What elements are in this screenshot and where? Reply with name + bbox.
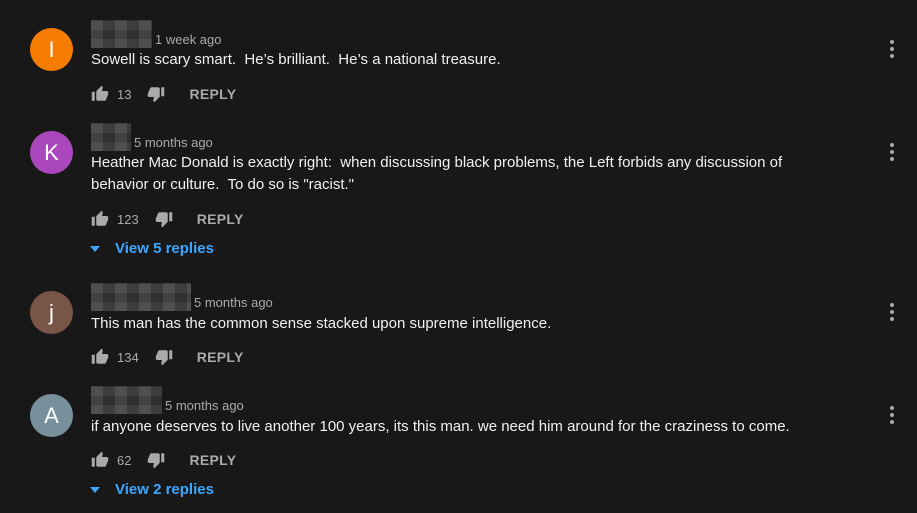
- like-count: 13: [117, 86, 132, 102]
- avatar[interactable]: j: [30, 291, 73, 334]
- avatar-letter: j: [49, 299, 54, 325]
- thumbs-down-icon[interactable]: [155, 348, 173, 366]
- avatar-letter: I: [48, 36, 55, 62]
- thumbs-down-icon[interactable]: [147, 85, 165, 103]
- view-replies-label: View 2 replies: [115, 481, 214, 498]
- comment-header: 5 months ago: [91, 121, 213, 151]
- comment-header: 1 week ago: [91, 18, 222, 48]
- comment-timestamp[interactable]: 1 week ago: [155, 32, 222, 48]
- thumbs-up-icon[interactable]: [91, 451, 109, 469]
- comment-actions: 123 REPLY: [91, 209, 244, 229]
- vertical-ellipsis-icon[interactable]: [884, 403, 900, 427]
- author-name-redacted[interactable]: [91, 20, 152, 48]
- caret-down-icon: [90, 485, 100, 495]
- reply-button[interactable]: REPLY: [189, 86, 236, 102]
- thumbs-down-icon[interactable]: [155, 210, 173, 228]
- like-count: 123: [117, 211, 139, 227]
- thumbs-up-icon[interactable]: [91, 210, 109, 228]
- author-name-redacted[interactable]: [91, 283, 191, 311]
- caret-down-icon: [90, 244, 100, 254]
- view-replies-button[interactable]: View 5 replies: [90, 240, 214, 257]
- like-count: 62: [117, 452, 132, 468]
- reply-button[interactable]: REPLY: [189, 452, 236, 468]
- comment-actions: 134 REPLY: [91, 347, 244, 367]
- reply-button[interactable]: REPLY: [197, 349, 244, 365]
- vertical-ellipsis-icon[interactable]: [884, 37, 900, 61]
- view-replies-button[interactable]: View 2 replies: [90, 481, 214, 498]
- comment-actions: 62 REPLY: [91, 450, 236, 470]
- thumbs-up-icon[interactable]: [91, 85, 109, 103]
- comment-timestamp[interactable]: 5 months ago: [134, 135, 213, 151]
- vertical-ellipsis-icon[interactable]: [884, 140, 900, 164]
- avatar[interactable]: I: [30, 28, 73, 71]
- avatar-letter: K: [44, 139, 59, 165]
- comment-text: if anyone deserves to live another 100 y…: [91, 418, 790, 435]
- view-replies-label: View 5 replies: [115, 240, 214, 257]
- comment-header: 5 months ago: [91, 384, 244, 414]
- comments-section: I 1 week ago Sowell is scary smart. He’s…: [0, 0, 917, 513]
- vertical-ellipsis-icon[interactable]: [884, 300, 900, 324]
- avatar[interactable]: K: [30, 131, 73, 174]
- comment-header: 5 months ago: [91, 281, 273, 311]
- comment-actions: 13 REPLY: [91, 84, 236, 104]
- comment-text: This man has the common sense stacked up…: [91, 315, 552, 332]
- reply-button[interactable]: REPLY: [197, 211, 244, 227]
- comment-timestamp[interactable]: 5 months ago: [165, 398, 244, 414]
- comment-timestamp[interactable]: 5 months ago: [194, 295, 273, 311]
- avatar[interactable]: A: [30, 394, 73, 437]
- author-name-redacted[interactable]: [91, 123, 131, 151]
- thumbs-down-icon[interactable]: [147, 451, 165, 469]
- like-count: 134: [117, 349, 139, 365]
- author-name-redacted[interactable]: [91, 386, 162, 414]
- thumbs-up-icon[interactable]: [91, 348, 109, 366]
- avatar-letter: A: [44, 402, 59, 428]
- comment-text: Sowell is scary smart. He’s brilliant. H…: [91, 51, 501, 68]
- comment-text: Heather Mac Donald is exactly right: whe…: [91, 154, 783, 193]
